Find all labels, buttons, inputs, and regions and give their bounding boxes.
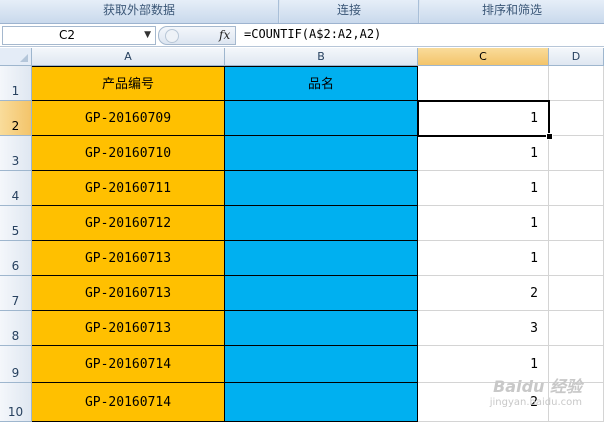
cell-d4[interactable] xyxy=(549,171,604,206)
watermark: Baidu 经验 jingyan.baidu.com xyxy=(490,373,582,408)
select-all-triangle-icon xyxy=(20,54,28,62)
name-box-value: C2 xyxy=(59,28,76,42)
ribbon-group-get-external-data[interactable]: 获取外部数据 xyxy=(0,0,279,23)
spreadsheet-grid: A B C D 1 2 3 4 5 6 7 8 9 10 产品编号 品名 GP-… xyxy=(0,48,604,422)
row-header-7[interactable]: 7 xyxy=(0,276,32,311)
cell-a3[interactable]: GP-20160710 xyxy=(32,136,225,171)
formula-bar: C2 ▼ fx =COUNTIF(A$2:A2,A2) xyxy=(0,24,604,47)
name-box[interactable]: C2 ▼ xyxy=(2,26,156,45)
cell-b9[interactable] xyxy=(225,346,418,383)
cell-a9[interactable]: GP-20160714 xyxy=(32,346,225,383)
row-header-4[interactable]: 4 xyxy=(0,171,32,206)
cell-d2[interactable] xyxy=(549,101,604,136)
cell-b10[interactable] xyxy=(225,383,418,422)
row-header-2[interactable]: 2 xyxy=(0,101,32,136)
cell-d3[interactable] xyxy=(549,136,604,171)
cell-b7[interactable] xyxy=(225,276,418,311)
formula-controls: fx xyxy=(158,26,236,45)
cell-a7[interactable]: GP-20160713 xyxy=(32,276,225,311)
cell-b2[interactable] xyxy=(225,101,418,136)
row-header-3[interactable]: 3 xyxy=(0,136,32,171)
cell-c3[interactable]: 1 xyxy=(418,136,549,171)
cell-a1-header[interactable]: 产品编号 xyxy=(32,66,225,101)
cancel-circle-icon[interactable] xyxy=(165,29,179,43)
column-header-a[interactable]: A xyxy=(32,48,225,66)
fill-handle[interactable] xyxy=(546,133,553,140)
cell-b3[interactable] xyxy=(225,136,418,171)
cell-d5[interactable] xyxy=(549,206,604,241)
watermark-brand: Baidu 经验 xyxy=(493,377,582,396)
row-header-6[interactable]: 6 xyxy=(0,241,32,276)
row-header-8[interactable]: 8 xyxy=(0,311,32,346)
cell-d7[interactable] xyxy=(549,276,604,311)
cell-d1[interactable] xyxy=(549,66,604,101)
watermark-url: jingyan.baidu.com xyxy=(489,397,582,408)
insert-function-icon[interactable]: fx xyxy=(219,27,230,44)
ribbon-group-connections[interactable]: 连接 xyxy=(280,0,419,23)
row-header-9[interactable]: 9 xyxy=(0,346,32,383)
cell-c4[interactable]: 1 xyxy=(418,171,549,206)
select-all-corner[interactable] xyxy=(0,48,32,66)
column-header-c[interactable]: C xyxy=(418,48,549,66)
cell-a6[interactable]: GP-20160713 xyxy=(32,241,225,276)
ribbon-group-sort-filter[interactable]: 排序和筛选 xyxy=(420,0,604,23)
cell-a4[interactable]: GP-20160711 xyxy=(32,171,225,206)
cell-c7[interactable]: 2 xyxy=(418,276,549,311)
cell-a8[interactable]: GP-20160713 xyxy=(32,311,225,346)
cell-c8[interactable]: 3 xyxy=(418,311,549,346)
row-header-1[interactable]: 1 xyxy=(0,66,32,101)
cell-b1-header[interactable]: 品名 xyxy=(225,66,418,101)
cell-d8[interactable] xyxy=(549,311,604,346)
cell-c5[interactable]: 1 xyxy=(418,206,549,241)
cell-c6[interactable]: 1 xyxy=(418,241,549,276)
cell-b4[interactable] xyxy=(225,171,418,206)
formula-input[interactable]: =COUNTIF(A$2:A2,A2) xyxy=(244,26,381,43)
cell-b6[interactable] xyxy=(225,241,418,276)
row-header-10[interactable]: 10 xyxy=(0,383,32,422)
cell-a2[interactable]: GP-20160709 xyxy=(32,101,225,136)
cell-a5[interactable]: GP-20160712 xyxy=(32,206,225,241)
column-header-d[interactable]: D xyxy=(549,48,604,66)
cell-b8[interactable] xyxy=(225,311,418,346)
ribbon: 获取外部数据 连接 排序和筛选 xyxy=(0,0,604,24)
row-header-5[interactable]: 5 xyxy=(0,206,32,241)
cell-c1[interactable] xyxy=(418,66,549,101)
active-cell-outline xyxy=(417,100,550,137)
cell-b5[interactable] xyxy=(225,206,418,241)
column-header-b[interactable]: B xyxy=(225,48,418,66)
chevron-down-icon[interactable]: ▼ xyxy=(144,27,151,44)
cell-d6[interactable] xyxy=(549,241,604,276)
cell-a10[interactable]: GP-20160714 xyxy=(32,383,225,422)
